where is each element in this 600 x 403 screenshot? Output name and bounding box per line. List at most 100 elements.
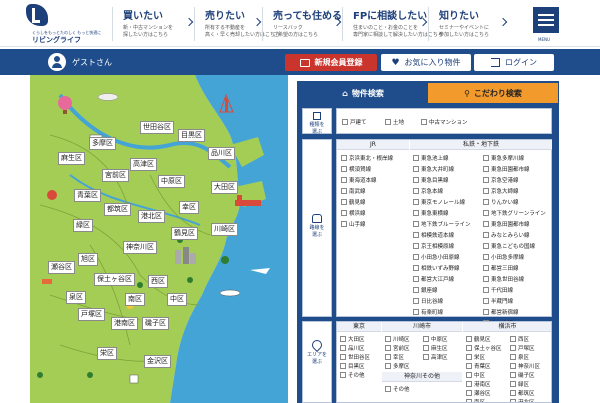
area-checkbox[interactable]: 西区 — [510, 335, 529, 343]
route-checkbox[interactable]: 都営三田線 — [483, 264, 519, 272]
ward-label[interactable]: 緑区 — [73, 219, 93, 232]
area-checkbox[interactable]: 戸塚区 — [510, 344, 535, 352]
area-checkbox[interactable]: その他 — [340, 371, 365, 379]
area-checkbox[interactable]: 世田谷区 — [340, 353, 370, 361]
route-checkbox[interactable]: 半蔵門線 — [483, 297, 513, 305]
ward-label[interactable]: 泉区 — [66, 291, 86, 304]
route-checkbox[interactable]: 日比谷線 — [413, 297, 443, 305]
ward-label[interactable]: 品川区 — [208, 147, 235, 160]
route-checkbox[interactable]: みなとみらい線 — [483, 231, 530, 239]
nav-leaseback[interactable]: 売っても住める リースバック ご希望の方はこちら — [262, 7, 342, 41]
ward-label[interactable]: 戸塚区 — [78, 308, 105, 321]
type-checkbox[interactable]: 戸建て — [342, 118, 367, 126]
area-checkbox[interactable]: 南区 — [466, 398, 485, 402]
route-checkbox[interactable]: 京王相模原線 — [413, 242, 454, 250]
area-checkbox[interactable]: 宮前区 — [385, 344, 410, 352]
ward-label[interactable]: 宮前区 — [102, 169, 129, 182]
area-checkbox[interactable]: 多摩区 — [385, 362, 410, 370]
area-checkbox[interactable]: 緑区 — [510, 380, 529, 388]
area-checkbox[interactable]: その他 — [385, 385, 410, 393]
route-checkbox[interactable]: 東急池上線 — [413, 154, 449, 162]
route-checkbox[interactable]: 相模鉄道本線 — [413, 231, 454, 239]
area-checkbox[interactable]: 瀬谷区 — [466, 389, 491, 397]
ward-label[interactable]: 金沢区 — [144, 355, 171, 368]
area-checkbox[interactable]: 目黒区 — [340, 362, 365, 370]
area-checkbox[interactable]: 港北区 — [510, 398, 535, 402]
ward-label[interactable]: 港北区 — [138, 210, 165, 223]
route-checkbox[interactable]: 地下鉄グリーンライン — [483, 209, 546, 217]
site-logo[interactable]: くらしをもっとたのしく もっと快適に リビングライフ — [10, 4, 101, 44]
ward-label[interactable]: 磯子区 — [142, 317, 169, 330]
menu-button[interactable] — [533, 7, 559, 33]
route-checkbox[interactable]: 横浜線 — [341, 209, 366, 217]
area-checkbox[interactable]: 川崎区 — [385, 335, 410, 343]
ward-label[interactable]: 都筑区 — [104, 203, 131, 216]
route-checkbox[interactable]: 東急大井町線 — [413, 165, 454, 173]
register-button[interactable]: 新規会員登録 — [285, 54, 377, 71]
route-checkbox[interactable]: 東急東横線 — [413, 209, 449, 217]
area-checkbox[interactable]: 磯子区 — [510, 371, 535, 379]
tab-property-search[interactable]: ⌂ 物件検索 — [300, 83, 426, 103]
route-checkbox[interactable]: 東急目黒線 — [413, 176, 449, 184]
route-checkbox[interactable]: 小田急多摩線 — [483, 253, 524, 261]
route-checkbox[interactable]: 東急世田谷線 — [483, 275, 524, 283]
nav-learn[interactable]: 知りたい セミナーやイベントに 参加したい方はこちら — [428, 7, 508, 41]
route-checkbox[interactable]: 南武線 — [341, 187, 366, 195]
route-checkbox[interactable]: 東急多摩川線 — [483, 154, 524, 162]
route-checkbox[interactable]: 山手線 — [341, 220, 366, 228]
type-checkbox[interactable]: 中古マンション — [421, 118, 468, 126]
ward-label[interactable]: 世田谷区 — [140, 121, 174, 134]
area-checkbox[interactable]: 高津区 — [423, 353, 448, 361]
area-checkbox[interactable]: 青葉区 — [466, 362, 491, 370]
ward-label[interactable]: 多摩区 — [89, 137, 116, 150]
route-checkbox[interactable]: 東京モノレール線 — [413, 198, 465, 206]
area-checkbox[interactable]: 中区 — [466, 371, 485, 379]
area-checkbox[interactable]: 保土ヶ谷区 — [466, 344, 502, 352]
route-checkbox[interactable]: 東急田園都市線 — [483, 220, 530, 228]
area-checkbox[interactable]: 都筑区 — [510, 389, 535, 397]
ward-label[interactable]: 港南区 — [111, 317, 138, 330]
nav-sell[interactable]: 売りたい 所有する不動産を 高く・早く売却したい方はこちら — [194, 7, 280, 41]
route-checkbox[interactable]: 銀座線 — [413, 286, 438, 294]
area-checkbox[interactable]: 麻生区 — [423, 344, 448, 352]
area-checkbox[interactable]: 中原区 — [423, 335, 448, 343]
route-checkbox[interactable]: 小田急小田原線 — [413, 253, 460, 261]
ward-label[interactable]: 川崎区 — [211, 223, 238, 236]
area-checkbox[interactable]: 大田区 — [340, 335, 365, 343]
route-checkbox[interactable]: 相鉄いずみ野線 — [413, 264, 460, 272]
area-checkbox[interactable]: 幸区 — [385, 353, 404, 361]
ward-label[interactable]: 瀬谷区 — [48, 261, 75, 274]
nav-fp-consult[interactable]: FPに相談したい 住まいのこと・お金のことを 専門家に相談して解決したい方はこちら — [342, 7, 443, 41]
ward-label[interactable]: 青葉区 — [74, 189, 101, 202]
ward-label[interactable]: 南区 — [125, 293, 145, 306]
route-checkbox[interactable]: 東海道本線 — [341, 176, 377, 184]
ward-label[interactable]: 幸区 — [179, 201, 199, 214]
ward-label[interactable]: 中原区 — [158, 175, 185, 188]
ward-label[interactable]: 神奈川区 — [123, 241, 157, 254]
login-button[interactable]: ログイン — [474, 54, 554, 71]
route-checkbox[interactable]: 有楽町線 — [413, 308, 443, 316]
route-checkbox[interactable]: 都営新宿線 — [483, 308, 519, 316]
ward-label[interactable]: 西区 — [148, 275, 168, 288]
route-checkbox[interactable]: 京浜東北・根岸線 — [341, 154, 393, 162]
area-checkbox[interactable]: 栄区 — [466, 353, 485, 361]
area-checkbox[interactable]: 鶴見区 — [466, 335, 491, 343]
area-checkbox[interactable]: 神奈川区 — [510, 362, 540, 370]
ward-label[interactable]: 旭区 — [78, 253, 98, 266]
route-checkbox[interactable]: 東急こどもの国線 — [483, 242, 535, 250]
ward-label[interactable]: 麻生区 — [58, 152, 85, 165]
ward-label[interactable]: 高津区 — [130, 158, 157, 171]
area-checkbox[interactable]: 港南区 — [466, 380, 491, 388]
route-checkbox[interactable]: りんかい線 — [483, 198, 519, 206]
ward-label[interactable]: 鶴見区 — [171, 227, 198, 240]
route-checkbox[interactable]: 東急田園都市線 — [483, 165, 530, 173]
route-checkbox[interactable]: 京急本線 — [413, 187, 443, 195]
route-checkbox[interactable]: 京急大師線 — [483, 187, 519, 195]
ward-label[interactable]: 大田区 — [211, 181, 238, 194]
area-checkbox[interactable]: 泉区 — [510, 353, 529, 361]
ward-label[interactable]: 栄区 — [97, 347, 117, 360]
route-checkbox[interactable]: 都営大江戸線 — [413, 275, 454, 283]
route-checkbox[interactable]: 鶴見線 — [341, 198, 366, 206]
ward-label[interactable]: 目黒区 — [178, 129, 205, 142]
ward-label[interactable]: 中区 — [167, 293, 187, 306]
